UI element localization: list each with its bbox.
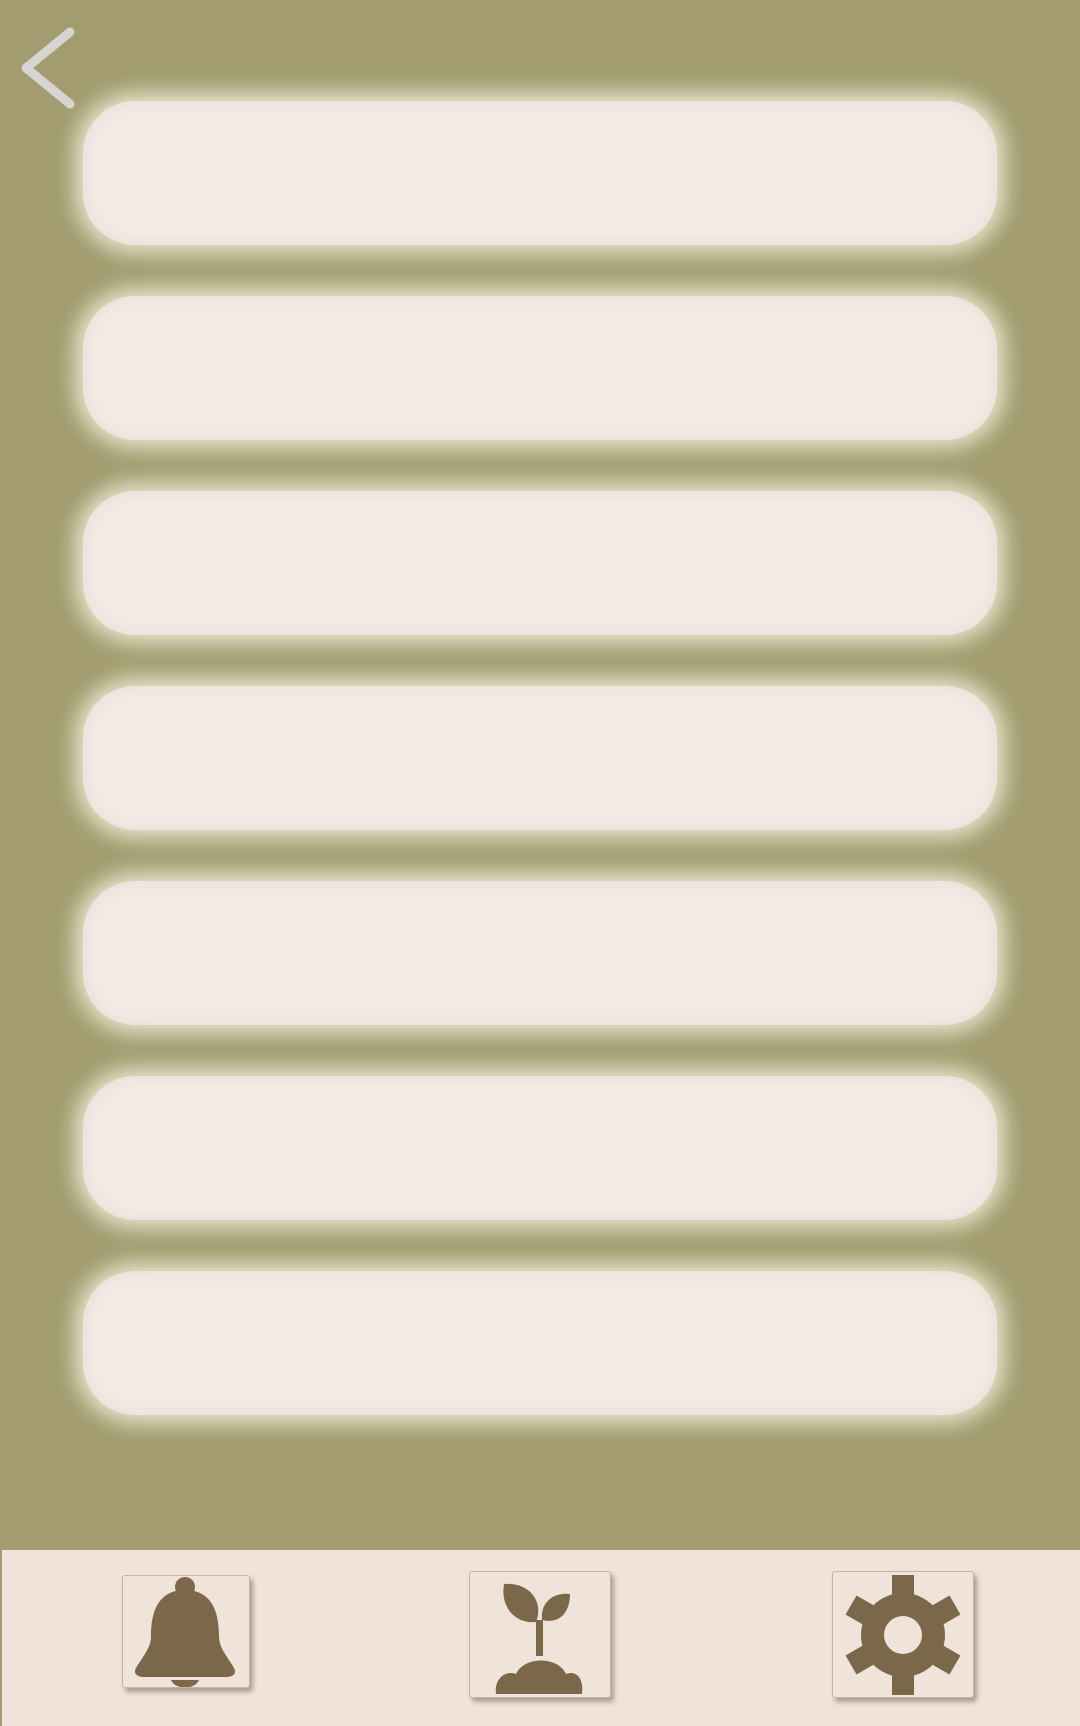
screen [0, 0, 1080, 1726]
list-item[interactable] [83, 296, 997, 440]
list-item[interactable] [83, 881, 997, 1025]
gear-icon [845, 1575, 961, 1695]
settings-button[interactable] [832, 1571, 974, 1698]
back-button[interactable] [18, 24, 82, 112]
chevron-left-icon [21, 27, 75, 109]
list-item[interactable] [83, 1271, 997, 1415]
notifications-button[interactable] [122, 1575, 250, 1688]
list-item[interactable] [83, 1076, 997, 1220]
plant-icon [495, 1583, 583, 1694]
plant-button[interactable] [469, 1571, 611, 1698]
list-item[interactable] [83, 686, 997, 830]
list-item[interactable] [83, 101, 997, 245]
bell-icon [135, 1577, 235, 1687]
list-item[interactable] [83, 491, 997, 635]
bottom-nav [2, 1550, 1080, 1726]
